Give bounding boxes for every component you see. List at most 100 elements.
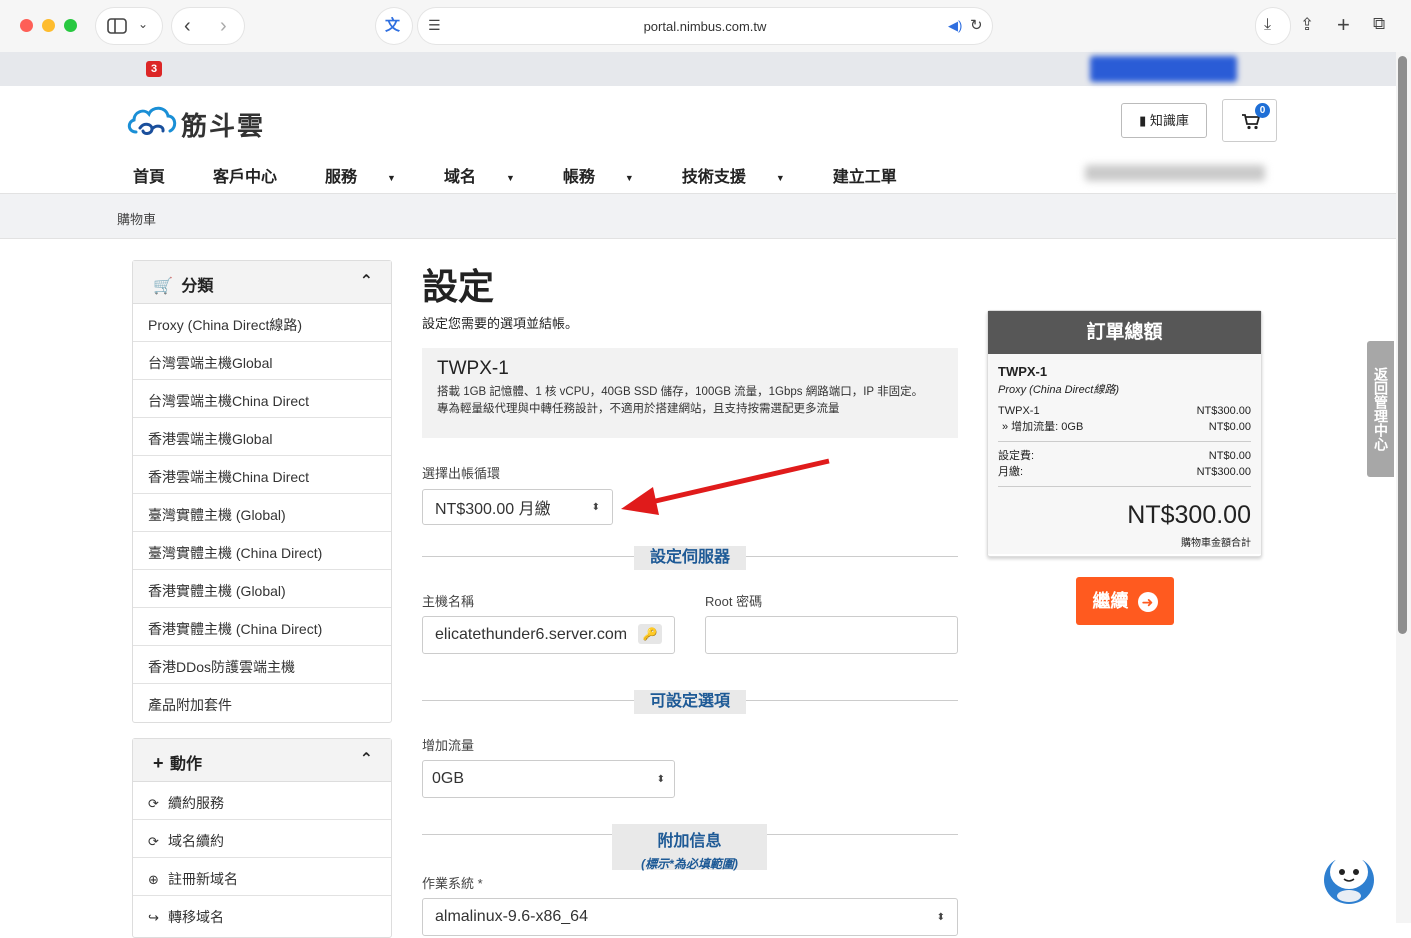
globe-icon: ⊕ [148,872,159,887]
maximize-window-button[interactable] [64,19,77,32]
caret-down-icon: ▼ [387,172,396,183]
category-item[interactable]: 臺灣實體主機 (Global) [133,494,391,532]
root-password-label: Root 密碼 [705,594,763,609]
close-window-button[interactable] [20,19,33,32]
nav-domains[interactable]: 域名 ▼ [444,163,539,187]
action-renew-services[interactable]: ⟳ 續約服務 [133,782,391,820]
nav-open-ticket[interactable]: 建立工單 [833,163,921,187]
continue-button[interactable]: 繼續 ➜ [1076,577,1174,625]
actions-panel: + 動作 ⌃ ⟳ 續約服務 ⟳ 域名續約 ⊕ 註冊新域名 ↪ 轉移域名 [132,738,392,938]
breadcrumb[interactable]: 購物車 [117,209,156,228]
share-icon[interactable]: ⇪ [1300,16,1314,33]
category-item[interactable]: 香港DDos防護雲端主機 [133,646,391,684]
category-item[interactable]: 香港雲端主機Global [133,418,391,456]
summary-line: » 增加流量: 0GB NT$0.00 [998,419,1251,435]
forward-icon[interactable]: › [220,16,227,36]
share-arrow-icon: ↪ [148,910,159,925]
blurred-button[interactable] [1090,56,1237,82]
summary-total-label: 購物車金額合計 [1181,538,1251,549]
chevron-up-icon[interactable]: ⌃ [360,271,373,291]
nav-support[interactable]: 技術支援 ▼ [682,163,809,187]
category-item[interactable]: 台灣雲端主機China Direct [133,380,391,418]
nav-billing-label: 帳務 [562,169,595,186]
back-to-admin-tab[interactable]: 返回管理中心 [1367,341,1394,477]
select-arrows-icon: ⬍ [936,911,945,923]
main-nav: 首頁 客戶中心 服務 ▼ 域名 ▼ 帳務 ▼ 技術支援 ▼ 建立工單 [133,163,945,187]
action-register-domain[interactable]: ⊕ 註冊新域名 [133,858,391,896]
os-value: almalinux-9.6-x86_64 [435,908,588,925]
reload-icon[interactable]: ↻ [970,18,983,33]
password-key-icon[interactable]: 🔑 [638,624,662,644]
scrollbar-thumb[interactable] [1398,56,1407,634]
tabs-overview-icon[interactable]: ⧉ [1373,15,1385,32]
traffic-label: 增加流量 [422,738,475,753]
summary-line-value: NT$0.00 [1208,421,1251,433]
knowledge-base-label: 知識庫 [1149,113,1189,128]
category-item[interactable]: 臺灣實體主機 (China Direct) [133,532,391,570]
summary-line-label: TWPX-1 [998,405,1040,417]
nav-home[interactable]: 首頁 [133,163,189,187]
back-to-admin-label: 返回管理中心 [1373,367,1389,451]
user-menu-blurred[interactable] [1085,165,1265,181]
refresh-icon: ⟳ [148,796,159,811]
nav-client-area[interactable]: 客戶中心 [213,163,301,187]
refresh-icon: ⟳ [148,834,159,849]
cloud-logo-icon[interactable] [126,102,178,138]
categories-title: 分類 [181,278,214,295]
summary-setup-fee: 設定費: NT$0.00 [998,448,1251,464]
select-arrows-icon: ⬍ [656,773,665,785]
history-nav: ‹ › [172,8,244,44]
nav-domains-label: 域名 [443,169,476,186]
address-bar[interactable]: ☰ portal.nimbus.com.tw ◀) ↻ [418,8,992,44]
product-name: TWPX-1 [437,358,509,379]
audio-icon[interactable]: ◀) [948,19,962,32]
summary-line: TWPX-1 NT$300.00 [998,403,1251,419]
summary-setup-value: NT$0.00 [1208,450,1251,462]
downloads-button[interactable]: ⤓ [1256,8,1290,44]
book-icon: ▮ [1139,113,1147,128]
knowledge-base-button[interactable]: ▮ 知識庫 [1121,103,1207,138]
category-item[interactable]: 香港實體主機 (China Direct) [133,608,391,646]
new-tab-icon[interactable]: + [1337,14,1350,36]
action-label: 續約服務 [168,795,224,811]
nav-services[interactable]: 服務 ▼ [325,163,420,187]
category-item[interactable]: Proxy (China Direct線路) [133,304,391,342]
categories-panel-header[interactable]: 🛒 分類 ⌃ [133,261,391,304]
download-icon: ⤓ [1264,16,1272,33]
sidebar-toggle-button[interactable]: ⌄ [96,8,162,44]
billing-cycle-select[interactable]: NT$300.00 月繳 ⬍ [422,489,613,525]
logo-text[interactable]: 筋斗雲 [181,106,265,143]
additional-info-title: 附加信息 [657,833,722,850]
billing-cycle-value: NT$300.00 月繳 [435,501,551,518]
category-item[interactable]: 香港雲端主機China Direct [133,456,391,494]
nav-services-label: 服務 [325,169,358,186]
traffic-select[interactable]: 0GB ⬍ [422,760,675,798]
nav-client-area-label: 客戶中心 [213,169,278,186]
back-icon[interactable]: ‹ [184,16,191,36]
action-label: 域名續約 [168,833,224,849]
action-transfer-domain[interactable]: ↪ 轉移域名 [133,896,391,934]
minimize-window-button[interactable] [42,19,55,32]
support-mascot-icon[interactable] [1322,846,1376,906]
actions-panel-header[interactable]: + 動作 ⌃ [133,739,391,782]
translate-button[interactable]: 文 [376,8,412,44]
summary-product: TWPX-1 [998,364,1048,379]
product-info-box: TWPX-1 搭載 1GB 記憶體、1 核 vCPU，40GB SSD 儲存，1… [422,348,958,438]
cart-count-badge: 0 [1255,103,1270,118]
summary-total: NT$300.00 [1127,501,1251,529]
caret-down-icon: ▼ [624,172,634,183]
order-summary-body: TWPX-1 Proxy (China Direct線路) TWPX-1 NT$3… [988,354,1261,554]
notification-badge[interactable]: 3 [146,61,162,77]
os-select[interactable]: almalinux-9.6-x86_64 ⬍ [422,898,958,936]
summary-setup-label: 設定費: [998,450,1035,462]
chevron-up-icon[interactable]: ⌃ [360,749,373,769]
cart-icon: 🛒 [153,278,173,295]
category-item[interactable]: 產品附加套件 [133,684,391,722]
category-item[interactable]: 台灣雲端主機Global [133,342,391,380]
page-subtitle: 設定您需要的選項並結帳。 [422,316,579,331]
category-item[interactable]: 香港實體主機 (Global) [133,570,391,608]
root-password-input[interactable] [705,616,958,654]
nav-billing[interactable]: 帳務 ▼ [563,163,658,187]
summary-group: Proxy (China Direct線路) [998,384,1120,396]
action-domain-renewal[interactable]: ⟳ 域名續約 [133,820,391,858]
